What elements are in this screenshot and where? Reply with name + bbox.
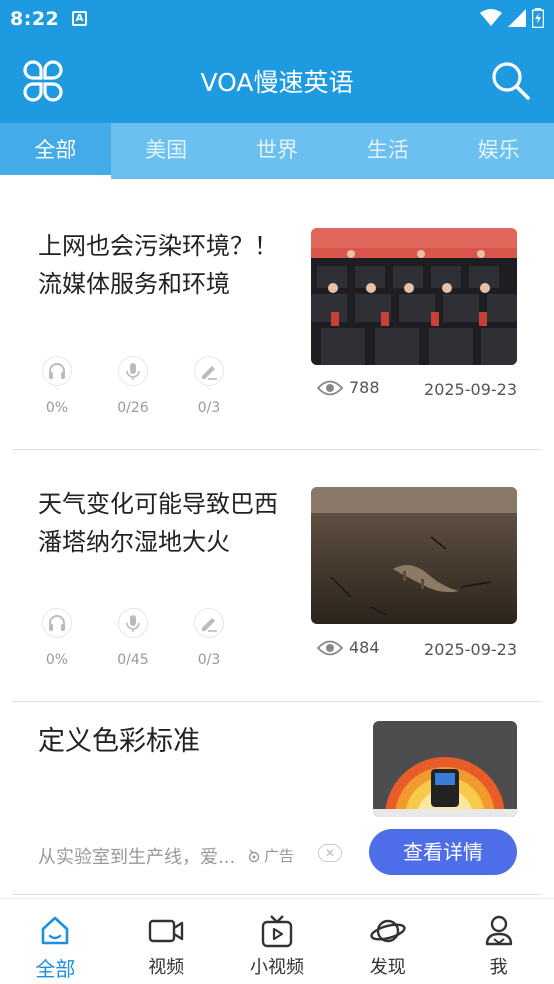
article-card[interactable]: 天气变化可能导致巴西潘塔纳尔湿地大火 0% 0/45 0/3 484 2025-… [12, 451, 542, 702]
pencil-icon [194, 356, 224, 386]
nav-me[interactable]: 我 [443, 899, 554, 984]
video-camera-icon [148, 919, 184, 943]
status-bar: 8:22 A [0, 0, 554, 38]
tab-life[interactable]: 生活 [332, 123, 443, 179]
publish-date: 2025-09-23 [424, 380, 517, 399]
view-count-value: 484 [349, 638, 380, 657]
ad-title: 定义色彩标准 [38, 726, 200, 757]
write-stat[interactable]: 0/3 [190, 356, 266, 416]
wifi-icon [480, 9, 502, 26]
article-thumbnail [311, 228, 517, 365]
article-meta: 788 2025-09-23 [311, 378, 517, 402]
nav-short-video[interactable]: 小视频 [222, 899, 333, 984]
user-profile-icon [485, 915, 512, 946]
app-header: VOA慢速英语 [0, 38, 554, 123]
article-title: 天气变化可能导致巴西潘塔纳尔湿地大火 [38, 490, 278, 556]
microphone-icon [118, 356, 148, 386]
publish-date: 2025-09-23 [424, 640, 517, 659]
bottom-nav: 全部 视频 小视频 发现 我 [0, 898, 554, 984]
nav-label: 视频 [148, 957, 185, 978]
ad-label-text: 广告 [264, 847, 295, 865]
write-stat[interactable]: 0/3 [190, 608, 266, 668]
eye-icon [317, 380, 343, 395]
view-count-value: 788 [349, 378, 380, 397]
ad-card[interactable]: 定义色彩标准 从实验室到生产线，爱... 广告 ✕ 查看详情 [12, 703, 542, 895]
signal-icon [508, 9, 526, 27]
speak-progress: 0/45 [117, 652, 149, 668]
status-icons [480, 8, 544, 28]
speak-progress: 0/26 [117, 400, 149, 416]
ad-image [373, 721, 517, 817]
write-progress: 0/3 [197, 652, 221, 668]
article-thumbnail [311, 487, 517, 624]
microphone-icon [118, 608, 148, 638]
article-meta: 484 2025-09-23 [311, 638, 517, 662]
ad-description: 从实验室到生产线，爱... [38, 847, 236, 868]
article-card[interactable]: 上网也会污染环境？！ 流媒体服务和环境 0% 0/26 0/3 788 2025… [12, 179, 542, 450]
tv-play-icon [261, 915, 293, 948]
planet-icon [370, 919, 406, 943]
tab-usa[interactable]: 美国 [111, 123, 222, 179]
category-tabs: 全部 美国 世界 生活 娱乐 [0, 123, 554, 179]
listen-stat[interactable]: 0% [38, 608, 114, 668]
search-icon [492, 62, 530, 100]
write-progress: 0/3 [197, 400, 221, 416]
nav-label: 发现 [369, 957, 406, 978]
listen-stat[interactable]: 0% [38, 356, 114, 416]
headphones-icon [42, 356, 72, 386]
study-stats: 0% 0/26 0/3 [38, 356, 266, 416]
home-icon [42, 916, 69, 945]
nav-discover[interactable]: 发现 [332, 899, 443, 984]
listen-progress: 0% [45, 652, 69, 668]
nav-video[interactable]: 视频 [111, 899, 222, 984]
app-title: VOA慢速英语 [200, 68, 354, 97]
study-stats: 0% 0/45 0/3 [38, 608, 266, 668]
tab-all[interactable]: 全部 [0, 123, 111, 179]
speak-stat[interactable]: 0/45 [114, 608, 190, 668]
headphones-icon [42, 608, 72, 638]
ad-details-button[interactable]: 查看详情 [369, 829, 517, 875]
view-count: 484 [317, 638, 380, 657]
speak-stat[interactable]: 0/26 [114, 356, 190, 416]
listen-progress: 0% [45, 400, 69, 416]
tab-world[interactable]: 世界 [222, 123, 333, 179]
ad-close-button[interactable]: ✕ [318, 844, 342, 862]
nav-label: 全部 [35, 957, 76, 981]
notification-icon: A [72, 11, 87, 26]
pencil-icon [194, 608, 224, 638]
ad-label: 广告 [247, 845, 294, 866]
ad-mark-icon [248, 849, 260, 862]
nav-label: 小视频 [249, 957, 304, 978]
search-button[interactable] [490, 60, 532, 102]
nav-label: 我 [489, 957, 508, 978]
tab-entertainment[interactable]: 娱乐 [443, 123, 554, 179]
nav-all[interactable]: 全部 [0, 899, 111, 984]
article-title: 上网也会污染环境？！ 流媒体服务和环境 [38, 232, 278, 298]
view-count: 788 [317, 378, 380, 397]
battery-icon [532, 8, 544, 28]
eye-icon [317, 640, 343, 655]
status-time: 8:22 [10, 8, 60, 30]
